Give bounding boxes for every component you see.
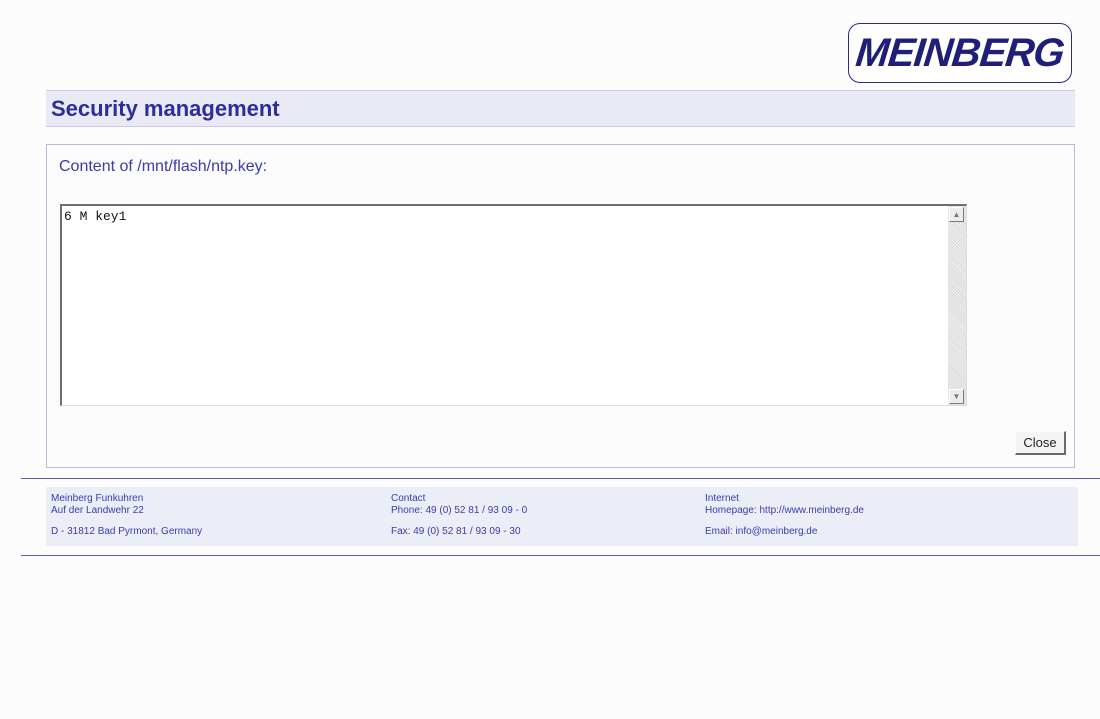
- scroll-up-arrow-icon[interactable]: ▲: [949, 207, 964, 222]
- key-file-textarea[interactable]: 6 M key1 ▲ ▼: [60, 204, 967, 406]
- footer-internet-heading: Internet: [705, 493, 739, 504]
- meinberg-logo: MEINBERG: [848, 23, 1072, 83]
- footer-internet: Internet Homepage: http://www.meinberg.d…: [705, 493, 864, 538]
- footer-homepage-link[interactable]: Homepage: http://www.meinberg.de: [705, 505, 864, 517]
- page-title: Security management: [51, 96, 280, 121]
- footer-company-city: D - 31812 Bad Pyrmont, Germany: [51, 526, 203, 537]
- content-panel: Content of /mnt/flash/ntp.key: 6 M key1 …: [46, 144, 1075, 468]
- content-heading: Content of /mnt/flash/ntp.key:: [59, 158, 268, 175]
- logo-text: MEINBERG: [853, 30, 1067, 75]
- scroll-down-arrow-icon[interactable]: ▼: [949, 389, 964, 404]
- footer-company-street: Auf der Landwehr 22: [51, 505, 144, 516]
- footer-contact-heading: Contact: [391, 493, 426, 504]
- key-file-content[interactable]: 6 M key1: [62, 206, 948, 405]
- footer-contact: Contact Phone: 49 (0) 52 81 / 93 09 - 0 …: [391, 493, 527, 538]
- footer-divider-top: [21, 478, 1100, 479]
- vertical-scrollbar[interactable]: ▲ ▼: [948, 206, 966, 405]
- footer: Meinberg Funkuhren Auf der Landwehr 22 D…: [46, 487, 1078, 546]
- footer-fax: Fax: 49 (0) 52 81 / 93 09 - 30: [391, 526, 521, 537]
- footer-divider-bottom: [21, 555, 1100, 556]
- footer-company: Meinberg Funkuhren Auf der Landwehr 22 D…: [51, 493, 202, 538]
- footer-email-link[interactable]: Email: info@meinberg.de: [705, 526, 864, 538]
- title-bar: Security management: [46, 90, 1075, 127]
- footer-phone: Phone: 49 (0) 52 81 / 93 09 - 0: [391, 505, 528, 516]
- footer-company-name: Meinberg Funkuhren: [51, 493, 144, 504]
- close-button[interactable]: Close: [1015, 431, 1066, 455]
